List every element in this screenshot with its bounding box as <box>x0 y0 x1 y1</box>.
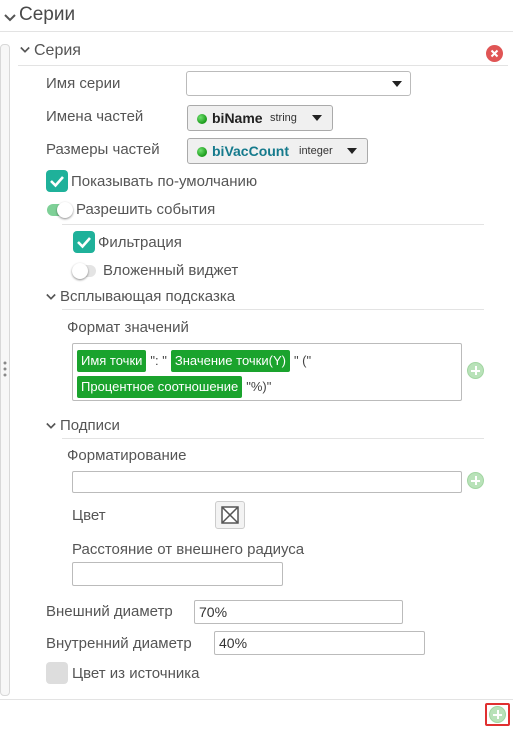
green-dot-icon <box>197 147 207 157</box>
literal-token[interactable]: " (" <box>294 353 311 368</box>
caret-down-icon <box>347 148 357 154</box>
field-type: string <box>270 112 297 124</box>
remove-series-button[interactable] <box>486 45 503 62</box>
green-dot-icon <box>197 114 207 124</box>
divider <box>62 438 484 439</box>
outer-distance-input[interactable] <box>72 562 283 586</box>
divider <box>18 65 508 66</box>
outer-distance-label: Расстояние от внешнего радиуса <box>72 541 305 558</box>
remove-icon <box>490 49 499 58</box>
section-title: Серии <box>19 4 76 25</box>
inner-diameter-input[interactable] <box>214 631 425 655</box>
color-from-source-checkbox[interactable] <box>46 662 68 684</box>
series-name-select[interactable] <box>186 71 411 96</box>
literal-token[interactable]: ": " <box>150 353 166 368</box>
percent-token[interactable]: Процентное соотношение <box>77 376 243 398</box>
chevron-down-icon <box>4 12 16 24</box>
series-header[interactable]: Серия <box>18 40 418 62</box>
divider <box>0 31 513 32</box>
format-expression-editor[interactable]: Имя точки ": " Значение точки(Y) " (" Процен… <box>72 343 462 401</box>
allow-events-toggle[interactable] <box>47 202 73 218</box>
add-formatting-button[interactable] <box>467 472 484 489</box>
plus-icon <box>489 706 506 723</box>
field-type: integer <box>299 145 333 157</box>
outer-diameter-label: Внешний диаметр <box>46 603 173 620</box>
series-name-label: Имя серии <box>46 75 121 92</box>
parts-sizes-label: Размеры частей <box>46 141 160 158</box>
tooltip-title: Всплывающая подсказка <box>60 288 236 305</box>
color-picker-button[interactable] <box>215 501 245 529</box>
color-label: Цвет <box>72 507 106 524</box>
point-value-token[interactable]: Значение точки(Y) <box>170 350 290 372</box>
chevron-down-icon <box>20 45 32 57</box>
divider <box>0 699 513 700</box>
formatting-label: Форматирование <box>67 447 187 464</box>
literal-token[interactable]: "%)" <box>246 379 271 394</box>
parts-names-field-selector[interactable]: biName string <box>187 105 333 131</box>
field-name: biVacCount <box>212 143 290 159</box>
add-format-token-button[interactable] <box>467 362 484 379</box>
labels-title: Подписи <box>60 417 120 434</box>
series-title: Серия <box>34 42 81 59</box>
show-default-checkbox[interactable] <box>46 170 68 192</box>
filtering-label: Фильтрация <box>98 234 182 251</box>
parts-names-label: Имена частей <box>46 108 144 125</box>
inner-diameter-label: Внутренний диаметр <box>46 635 192 652</box>
field-name: biName <box>212 110 263 126</box>
allow-events-label: Разрешить события <box>76 201 216 218</box>
color-from-source-label: Цвет из источника <box>72 665 200 682</box>
labels-section-header[interactable]: Подписи <box>44 415 244 437</box>
formatting-input[interactable] <box>72 471 462 493</box>
divider <box>62 309 484 310</box>
chevron-down-icon <box>46 421 58 433</box>
tooltip-section-header[interactable]: Всплывающая подсказка <box>44 286 344 308</box>
no-color-icon <box>221 506 239 524</box>
check-icon <box>50 176 64 188</box>
format-values-label: Формат значений <box>67 319 189 336</box>
show-default-label: Показывать по-умолчанию <box>71 173 258 190</box>
filtering-checkbox[interactable] <box>73 231 95 253</box>
divider <box>62 224 484 225</box>
nested-widget-label: Вложенный виджет <box>103 262 239 279</box>
check-icon <box>77 237 91 249</box>
chevron-down-icon <box>46 292 58 304</box>
point-name-token[interactable]: Имя точки <box>77 350 147 372</box>
add-series-button[interactable] <box>485 703 510 726</box>
resize-handle-icon[interactable] <box>2 360 8 380</box>
outer-diameter-input[interactable] <box>194 600 403 624</box>
caret-down-icon <box>392 80 402 87</box>
caret-down-icon <box>312 115 322 121</box>
nested-widget-toggle[interactable] <box>72 263 96 279</box>
parts-sizes-field-selector[interactable]: biVacCount integer <box>187 138 368 164</box>
